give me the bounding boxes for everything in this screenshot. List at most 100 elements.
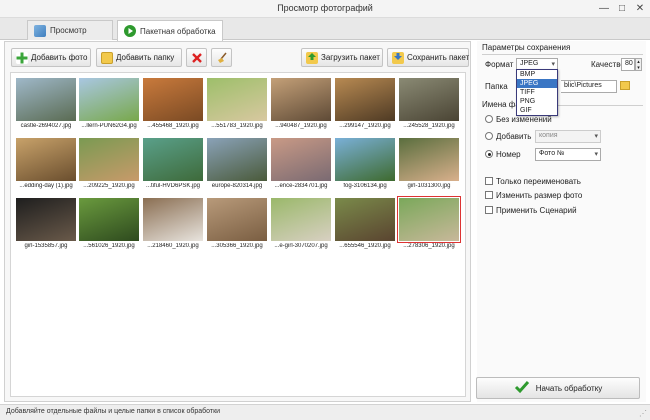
photo-caption: ...e-girl-3070207.jpg — [274, 243, 328, 249]
photo-caption: ...455468_1920.jpg — [147, 123, 199, 129]
photo-thumbnail[interactable]: ...278306_1920.jpg — [397, 196, 461, 249]
photo-thumbnail[interactable]: ...ence-2834701.jpg — [271, 138, 331, 189]
photo-caption: ...218460_1920.jpg — [147, 243, 199, 249]
photo-caption: ...940487_1920.jpg — [275, 123, 327, 129]
tab-batch[interactable]: Пакетная обработка — [117, 20, 223, 41]
quality-spinner[interactable]: ▴ ▾ — [635, 58, 642, 71]
photo-caption: ...278306_1920.jpg — [403, 243, 455, 249]
start-processing-label: Начать обработку — [535, 383, 603, 393]
folder-path-field[interactable]: blic\Pictures — [561, 80, 617, 93]
quality-label: Качество — [591, 60, 625, 69]
add-folder-label: Добавить папку — [116, 53, 175, 62]
remove-button[interactable] — [186, 48, 207, 67]
photo-caption: castle-2694027.jpg — [20, 123, 72, 129]
photo-thumbnail[interactable]: fog-3106134.jpg — [335, 138, 395, 189]
photo-image — [143, 198, 203, 241]
browse-folder-icon[interactable] — [620, 81, 630, 90]
photo-thumbnail[interactable]: ...245528_1920.jpg — [399, 78, 459, 129]
chevron-down-icon: ▾ — [594, 133, 598, 140]
photo-caption: ...551783_1920.jpg — [211, 123, 263, 129]
photo-image — [16, 138, 76, 181]
format-option[interactable]: JPEG — [517, 79, 557, 88]
add-suffix-select[interactable]: копия ▾ — [535, 130, 601, 143]
photo-thumbnail[interactable]: ...305366_1920.jpg — [207, 198, 267, 249]
photo-thumbnail[interactable]: castle-2694027.jpg — [16, 78, 76, 129]
photo-image — [271, 78, 331, 121]
load-batch-button[interactable]: Загрузить пакет — [301, 48, 383, 67]
apply-scenario-checkbox[interactable] — [485, 206, 493, 214]
chevron-down-icon: ▾ — [551, 61, 555, 68]
resize-label: Изменить размер фото — [496, 191, 583, 200]
resize-checkbox[interactable] — [485, 191, 493, 199]
photos-icon — [34, 24, 46, 37]
photo-thumbnail[interactable]: ...455468_1920.jpg — [143, 78, 203, 129]
maximize-button[interactable]: □ — [614, 2, 630, 15]
photo-caption: girl-1535857.jpg — [24, 243, 68, 249]
start-processing-button[interactable]: Начать обработку — [476, 377, 640, 399]
add-photo-button[interactable]: Добавить фото — [11, 48, 91, 67]
photo-thumbnail[interactable]: girl-1031300.jpg — [399, 138, 459, 189]
number-radio[interactable] — [485, 150, 493, 158]
photo-caption: girl-1031300.jpg — [407, 183, 451, 189]
photo-thumbnail[interactable]: europe-820314.jpg — [207, 138, 267, 189]
save-batch-icon — [392, 51, 404, 64]
photo-thumbnail[interactable]: ...655546_1920.jpg — [335, 198, 395, 249]
photo-thumbnail[interactable]: ...551783_1920.jpg — [207, 78, 267, 129]
photo-thumbnail[interactable]: ...299147_1920.jpg — [335, 78, 395, 129]
format-option[interactable]: PNG — [517, 97, 557, 106]
resize-grip-icon[interactable]: ⋰ — [639, 409, 647, 418]
photo-image — [335, 198, 395, 241]
photo-image — [335, 78, 395, 121]
photo-caption: fog-3106134.jpg — [343, 183, 387, 189]
photo-thumbnail[interactable]: ...209225_1920.jpg — [79, 138, 139, 189]
photo-image — [207, 198, 267, 241]
add-folder-button[interactable]: Добавить папку — [96, 48, 182, 67]
photo-image — [207, 138, 267, 181]
format-option[interactable]: BMP — [517, 70, 557, 79]
chevron-down-icon: ▾ — [594, 151, 598, 158]
photo-caption: europe-820314.jpg — [211, 183, 263, 189]
format-option[interactable]: GIF — [517, 106, 557, 115]
tab-view-label: Просмотр — [50, 26, 87, 35]
photo-image — [399, 138, 459, 181]
status-bar: Добавляйте отдельные файлы и целые папки… — [0, 404, 650, 420]
photo-caption: ...edding-day (1).jpg — [19, 183, 73, 189]
photo-thumbnail[interactable]: ...e-girl-3070207.jpg — [271, 198, 331, 249]
clear-list-button[interactable] — [211, 48, 232, 67]
title-bar: Просмотр фотографий — □ ✕ — [0, 0, 650, 18]
photo-thumbnail[interactable]: ...561026_1920.jpg — [79, 198, 139, 249]
photo-image — [79, 138, 139, 181]
broom-icon — [216, 52, 228, 64]
save-params-title: Параметры сохранения — [482, 43, 571, 52]
photo-thumbnail[interactable]: ...tiful-HVD6PSK.jpg — [143, 138, 203, 189]
no-change-radio[interactable] — [485, 115, 493, 123]
photo-thumbnail[interactable]: ...218460_1920.jpg — [143, 198, 203, 249]
photo-image — [143, 78, 203, 121]
format-label: Формат — [485, 60, 514, 69]
add-radio[interactable] — [485, 132, 493, 140]
photo-thumbnail[interactable]: ...llern-PUN62G4.jpg — [79, 78, 139, 129]
photo-thumbnail[interactable]: ...940487_1920.jpg — [271, 78, 331, 129]
only-rename-checkbox[interactable] — [485, 177, 493, 185]
load-batch-icon — [306, 51, 318, 64]
photo-thumbnail[interactable]: girl-1535857.jpg — [16, 198, 76, 249]
photo-thumbnail[interactable]: ...edding-day (1).jpg — [16, 138, 76, 189]
minimize-button[interactable]: — — [596, 2, 612, 15]
photo-caption: ...tiful-HVD6PSK.jpg — [145, 183, 201, 189]
close-button[interactable]: ✕ — [632, 2, 648, 15]
settings-panel: Параметры сохранения Формат JPEG ▾ Качес… — [477, 41, 646, 402]
save-batch-button[interactable]: Сохранить пакет — [387, 48, 469, 67]
load-batch-label: Загрузить пакет — [321, 53, 380, 62]
number-template-select[interactable]: Фото № ▾ — [535, 148, 601, 161]
format-dropdown-list: BMP JPEG TIFF PNG GIF — [516, 69, 558, 116]
quality-input[interactable]: 80 — [621, 58, 635, 71]
apply-scenario-label: Применить Сценарий — [496, 206, 577, 215]
number-template-value: Фото № — [539, 150, 565, 157]
photo-caption: ...209225_1920.jpg — [83, 183, 135, 189]
photo-caption: ...ence-2834701.jpg — [274, 183, 328, 189]
format-value: JPEG — [520, 60, 539, 67]
format-option[interactable]: TIFF — [517, 88, 557, 97]
no-change-label: Без изменений — [496, 115, 552, 124]
plus-icon — [16, 51, 28, 64]
tab-view[interactable]: Просмотр — [27, 20, 113, 40]
